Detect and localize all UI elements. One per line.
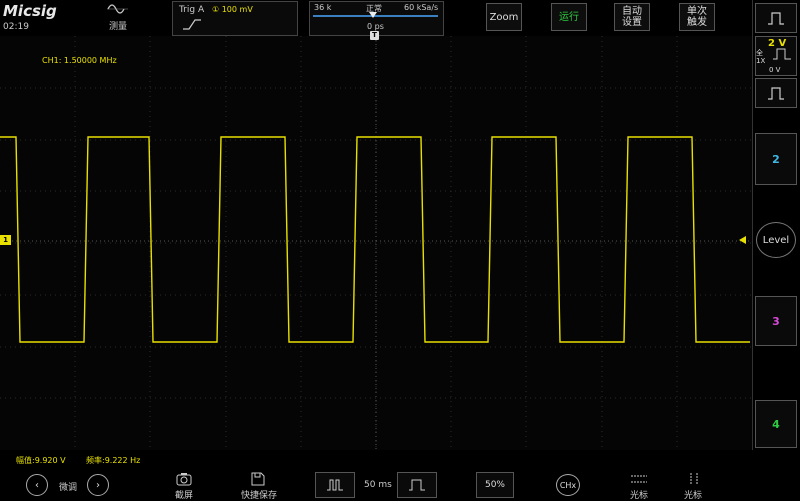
sample-rate: 60 kSa/s bbox=[404, 3, 439, 12]
timebase-value: 50 ms bbox=[364, 480, 392, 490]
zoom-button[interactable]: Zoom bbox=[486, 3, 522, 31]
single-trigger-label-1: 单次 bbox=[687, 6, 707, 17]
square-wave-icon bbox=[768, 12, 784, 25]
screenshot-label[interactable]: 截屏 bbox=[175, 488, 193, 501]
trigger-time-marker[interactable]: T bbox=[370, 31, 379, 40]
ch4-label: 4 bbox=[772, 417, 780, 431]
ch1-probe: 1X bbox=[756, 57, 766, 65]
auto-setup-button[interactable]: 自动 设置 bbox=[614, 3, 650, 31]
amplitude-readout: 幅值:9.920 V bbox=[16, 456, 66, 465]
save-icon[interactable] bbox=[250, 471, 266, 487]
level-knob[interactable]: Level bbox=[756, 222, 796, 258]
timebase-increase-button[interactable] bbox=[397, 472, 437, 498]
fine-adjust-label[interactable]: 微调 bbox=[59, 480, 77, 493]
ch1-offset: 0 V bbox=[769, 66, 781, 74]
ch3-button[interactable]: 3 bbox=[755, 296, 797, 346]
timebase-decrease-button[interactable] bbox=[315, 472, 355, 498]
wide-pulse-icon bbox=[409, 479, 425, 491]
vertical-cursor-label[interactable]: 光标 bbox=[684, 488, 702, 501]
horizontal-cursor-label[interactable]: 光标 bbox=[630, 488, 648, 501]
chevron-right-icon: › bbox=[96, 479, 100, 491]
ch3-label: 3 bbox=[772, 314, 780, 328]
run-button[interactable]: 运行 bbox=[551, 3, 587, 31]
ch1-waveform bbox=[0, 136, 750, 343]
rising-edge-icon bbox=[183, 19, 201, 30]
trigger-title: Trig A bbox=[179, 5, 205, 15]
camera-icon[interactable] bbox=[175, 471, 193, 487]
brand-logo: Micsig bbox=[3, 2, 57, 20]
channel-select-button[interactable]: CHx bbox=[556, 474, 580, 496]
horizontal-cursor-icon[interactable] bbox=[630, 472, 648, 486]
level-50-button[interactable]: 50% bbox=[476, 472, 514, 498]
quick-save-label[interactable]: 快捷保存 bbox=[241, 488, 277, 501]
fine-right-button[interactable]: › bbox=[87, 474, 109, 496]
fine-left-button[interactable]: ‹ bbox=[26, 474, 48, 496]
ch4-button[interactable]: 4 bbox=[755, 400, 797, 448]
frequency-readout: CH1: 1.50000 MHz bbox=[42, 56, 117, 65]
auto-setup-label-2: 设置 bbox=[622, 17, 642, 28]
ch1-waveform-button[interactable] bbox=[755, 3, 797, 33]
ch-pulse-button[interactable] bbox=[755, 78, 797, 108]
clock: 02:19 bbox=[3, 22, 29, 32]
measure-icon[interactable] bbox=[106, 2, 130, 16]
trigger-level-marker[interactable] bbox=[739, 236, 746, 244]
auto-setup-label-1: 自动 bbox=[622, 6, 642, 17]
single-trigger-label-2: 触发 bbox=[687, 17, 707, 28]
chevron-left-icon: ‹ bbox=[35, 479, 39, 491]
ch1-offset-marker[interactable]: 1 bbox=[0, 235, 11, 245]
pulse-icon bbox=[768, 87, 784, 100]
measure-button-label[interactable]: 测量 bbox=[109, 19, 127, 32]
trigger-level: ① 100 mV bbox=[212, 5, 253, 14]
single-trigger-button[interactable]: 单次 触发 bbox=[679, 3, 715, 31]
memory-depth: 36 k bbox=[314, 3, 332, 12]
ch2-label: 2 bbox=[772, 152, 780, 166]
horizontal-position: 0 ps bbox=[367, 22, 384, 31]
frequency-measure-readout: 频率:9.222 Hz bbox=[86, 456, 141, 465]
vertical-cursor-icon[interactable] bbox=[686, 472, 702, 486]
narrow-pulse-icon bbox=[327, 479, 343, 491]
waveform-grid bbox=[0, 36, 752, 450]
ch2-button[interactable]: 2 bbox=[755, 133, 797, 185]
coupling-icon bbox=[773, 48, 791, 60]
trigger-position-marker bbox=[369, 12, 377, 18]
